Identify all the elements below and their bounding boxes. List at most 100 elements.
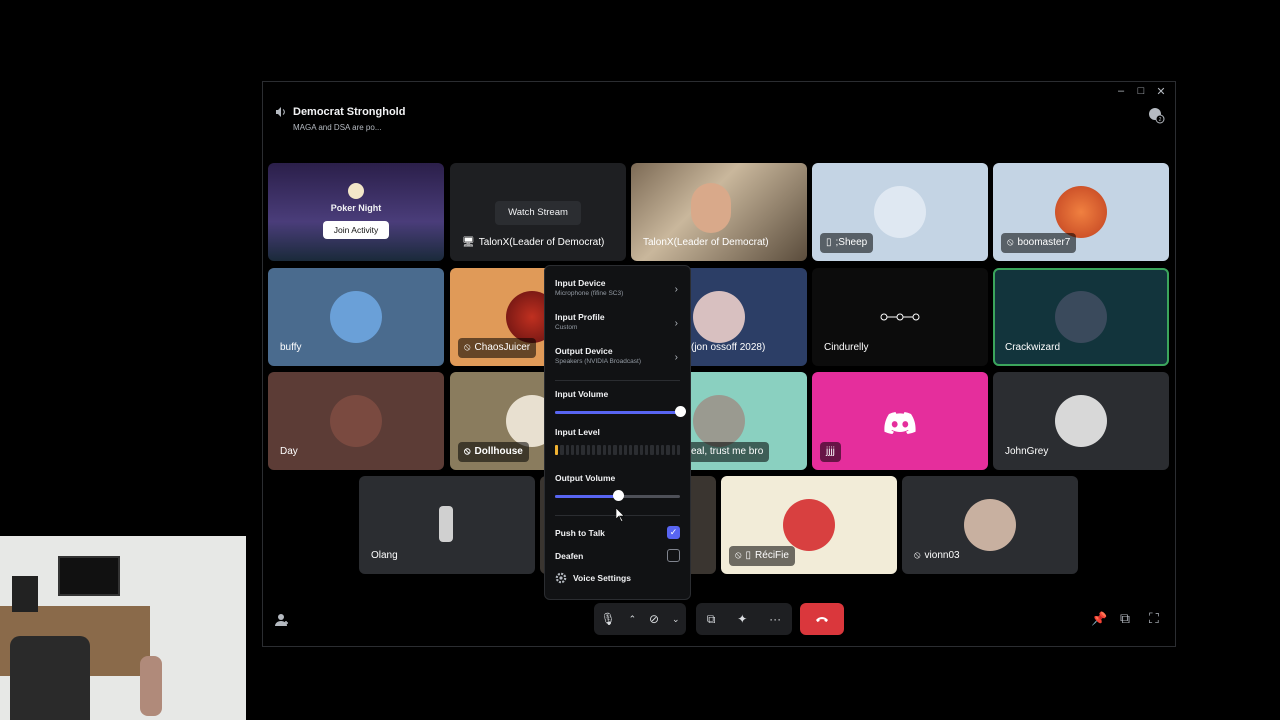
- input-device-menu[interactable]: Input Device Microphone (fifine SC3) ›: [555, 272, 680, 306]
- input-profile-menu[interactable]: Input Profile Custom ›: [555, 306, 680, 340]
- hang-up-icon: [816, 617, 828, 622]
- join-activity-button[interactable]: Join Activity: [323, 221, 389, 239]
- level-bar: [592, 445, 596, 455]
- tile-jjjj[interactable]: jjjj: [812, 372, 988, 470]
- stream-tile-talonx[interactable]: Watch Stream 🖥 TalonX(Leader of Democrat): [450, 163, 626, 261]
- push-to-talk-row[interactable]: Push to Talk ✓: [555, 526, 680, 539]
- avatar: [693, 395, 745, 447]
- channel-status: MAGA and DSA are po...: [293, 123, 382, 132]
- monitor: [58, 556, 120, 596]
- tile-johngrey[interactable]: JohnGrey: [993, 372, 1169, 470]
- disconnect-button[interactable]: [800, 603, 844, 635]
- gear-icon: [555, 572, 567, 584]
- invite-icon[interactable]: [274, 612, 290, 628]
- more-icon[interactable]: ···: [769, 612, 781, 626]
- level-bar: [676, 445, 681, 455]
- level-bar: [565, 445, 569, 455]
- minimize-button[interactable]: –: [1113, 84, 1129, 98]
- tile-cindurelly[interactable]: Cindurelly: [812, 268, 988, 366]
- tile-name: Day: [280, 446, 298, 457]
- video-tile-talonx[interactable]: TalonX(Leader of Democrat): [631, 163, 807, 261]
- level-bar: [560, 445, 564, 455]
- chevron-up-icon[interactable]: ⌃: [629, 614, 637, 625]
- watch-stream-button[interactable]: Watch Stream: [495, 201, 581, 225]
- output-volume-slider[interactable]: [555, 489, 680, 503]
- level-bar: [629, 445, 633, 455]
- mobile-icon: ▯: [826, 237, 832, 248]
- channel-title: Democrat Stronghold: [293, 106, 406, 118]
- tile-name: Cindurelly: [824, 342, 869, 353]
- voice-settings-button[interactable]: Voice Settings: [555, 572, 680, 584]
- output-volume-label: Output Volume: [555, 473, 616, 483]
- level-bar: [586, 445, 591, 455]
- input-volume-slider[interactable]: [555, 405, 686, 419]
- camera-off-icon[interactable]: ⊘: [649, 612, 659, 626]
- mobile-icon: ▯: [745, 550, 752, 561]
- avatar: [874, 186, 926, 238]
- tile-vionn[interactable]: ⦸ vionn03: [902, 476, 1078, 574]
- level-bar: [660, 445, 665, 455]
- level-bar: [581, 445, 585, 455]
- level-bar: [607, 445, 612, 455]
- audio-settings-popup: Input Device Microphone (fifine SC3) › I…: [544, 265, 691, 600]
- deafen-row[interactable]: Deafen: [555, 549, 680, 562]
- muted-icon: ⦸: [735, 550, 742, 561]
- avatar: [1055, 395, 1107, 447]
- deafen-checkbox[interactable]: [667, 549, 680, 562]
- input-level-label: Input Level: [555, 427, 600, 437]
- tile-name: TalonX(Leader of Democrat): [643, 237, 769, 248]
- level-bar: [645, 445, 649, 455]
- muted-icon: ⦸: [1007, 237, 1014, 248]
- push-to-talk-checkbox[interactable]: ✓: [667, 526, 680, 539]
- pin-icon[interactable]: 📌: [1091, 611, 1107, 627]
- slider-handle[interactable]: [675, 406, 686, 417]
- output-device-menu[interactable]: Output Device Speakers (NVIDIA Broadcast…: [555, 340, 680, 374]
- mic-camera-controls: 🎙 ⌃ ⊘ ⌄: [594, 603, 686, 635]
- level-bar: [639, 445, 644, 455]
- tile-buffy[interactable]: buffy: [268, 268, 444, 366]
- level-bar: [634, 445, 638, 455]
- tile-day[interactable]: Day: [268, 372, 444, 470]
- level-bar: [576, 445, 580, 455]
- webcam-person: [691, 183, 731, 233]
- activities-icon[interactable]: ✦: [737, 612, 747, 626]
- channel-header: Democrat Stronghold MAGA and DSA are po.…: [275, 106, 405, 132]
- tile-name: ⦸ ChaosJuicer: [458, 338, 537, 358]
- muted-icon: ⦸: [914, 550, 921, 561]
- level-bar: [602, 445, 606, 455]
- popout-icon[interactable]: ⧉: [1120, 610, 1130, 627]
- tile-name: eal, trust me bro: [685, 442, 770, 462]
- avatar: [783, 499, 835, 551]
- tile-sheep[interactable]: ▯ ;Sheep: [812, 163, 988, 261]
- fullscreen-icon[interactable]: ⛶: [1149, 610, 1159, 627]
- voice-channel-icon: [276, 107, 285, 117]
- activity-title: Poker Night: [330, 203, 382, 213]
- level-bar: [623, 445, 628, 455]
- microphone-icon[interactable]: 🎙: [600, 612, 615, 626]
- activity-tile[interactable]: Poker Night Join Activity: [268, 163, 444, 261]
- muted-icon: ⦸: [464, 342, 471, 353]
- tile-name: Olang: [371, 550, 398, 561]
- window-controls: – □ ✕: [1113, 84, 1169, 98]
- tile-crackwizard[interactable]: Crackwizard: [993, 268, 1169, 366]
- input-level-meter: [555, 445, 681, 455]
- action-controls: ⧉ ✦ ···: [696, 603, 792, 635]
- maximize-button[interactable]: □: [1133, 84, 1149, 98]
- chevron-down-icon[interactable]: ⌄: [672, 614, 680, 625]
- slider-handle[interactable]: [612, 490, 624, 501]
- tile-boomaster[interactable]: ⦸ boomaster7: [993, 163, 1169, 261]
- tile-name: 🖥 TalonX(Leader of Democrat): [458, 233, 608, 253]
- avatar: [330, 291, 382, 343]
- close-button[interactable]: ✕: [1153, 84, 1169, 98]
- avatar: [1055, 291, 1107, 343]
- level-bar: [671, 445, 675, 455]
- screen: – □ ✕ Democrat Stronghold MAGA and DSA a…: [0, 0, 1280, 720]
- tile-name: ⦸ ▯ RéciFie: [729, 546, 795, 566]
- tile-recifie[interactable]: ⦸ ▯ RéciFie: [721, 476, 897, 574]
- screen-share-icon[interactable]: ⧉: [707, 612, 716, 627]
- level-bar: [650, 445, 654, 455]
- poker-night-icon: [348, 183, 364, 199]
- tile-olang[interactable]: Olang: [359, 476, 535, 574]
- level-bar: [666, 445, 670, 455]
- chat-icon[interactable]: 2: [1147, 106, 1165, 124]
